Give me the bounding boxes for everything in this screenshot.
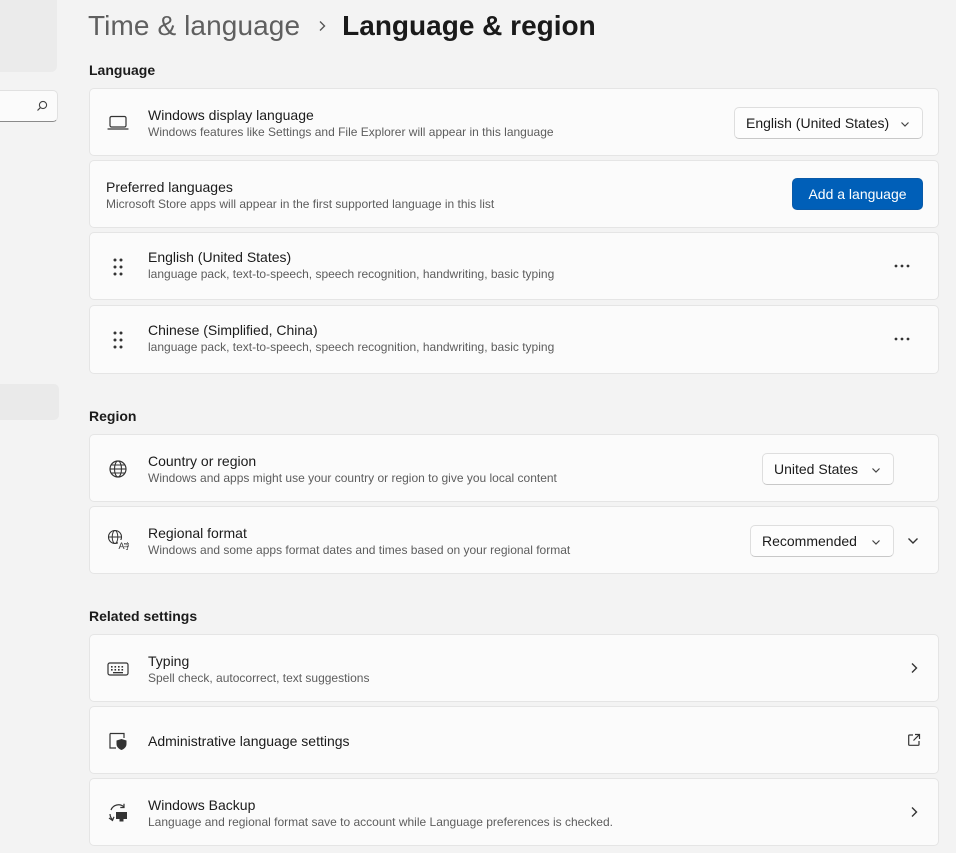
display-language-dropdown[interactable]: English (United States)	[734, 107, 923, 139]
regional-format-title: Regional format	[148, 525, 247, 541]
country-region-card: Country or region Windows and apps might…	[89, 434, 939, 502]
expand-chevron-icon[interactable]	[905, 533, 921, 549]
display-language-desc: Windows features like Settings and File …	[148, 125, 554, 139]
more-options-icon[interactable]	[888, 325, 916, 353]
preferred-languages-desc: Microsoft Store apps will appear in the …	[106, 197, 495, 211]
sidebar-search-box[interactable]	[0, 90, 58, 122]
chevron-right-icon	[319, 21, 326, 31]
country-region-value: United States	[774, 461, 859, 477]
breadcrumb: Time & language Language & region	[88, 6, 596, 46]
admin-shield-icon	[107, 730, 129, 752]
chevron-right-icon	[906, 660, 922, 676]
language-item-chinese[interactable]: Chinese (Simplified, China) language pac…	[89, 305, 939, 374]
typing-link-card[interactable]: Typing Spell check, autocorrect, text su…	[89, 634, 939, 702]
section-title-language: Language	[89, 62, 156, 78]
regional-format-value: Recommended	[762, 533, 857, 549]
language-item-name: Chinese (Simplified, China)	[148, 322, 318, 338]
typing-desc: Spell check, autocorrect, text suggestio…	[148, 671, 370, 685]
chevron-down-icon	[872, 468, 880, 473]
backup-icon	[107, 802, 129, 824]
preferred-languages-card: Preferred languages Microsoft Store apps…	[89, 160, 939, 228]
typing-title: Typing	[148, 653, 190, 669]
globe-icon	[107, 458, 129, 480]
chevron-right-icon	[906, 804, 922, 820]
drag-handle-icon[interactable]	[107, 256, 129, 278]
regional-format-desc: Windows and some apps format dates and t…	[148, 543, 571, 557]
admin-language-title: Administrative language settings	[148, 733, 350, 749]
windows-backup-card[interactable]: Windows Backup Language and regional for…	[89, 778, 939, 846]
section-title-related-settings: Related settings	[89, 608, 198, 624]
regional-format-icon: A字	[107, 529, 129, 551]
sidebar-item-time-language[interactable]	[0, 384, 59, 420]
windows-display-language-card: Windows display language Windows feature…	[89, 88, 939, 156]
laptop-icon	[107, 112, 129, 134]
chevron-down-icon	[901, 122, 909, 127]
regional-format-dropdown[interactable]: Recommended	[750, 525, 894, 557]
sidebar-profile-area	[0, 0, 57, 72]
display-language-title: Windows display language	[148, 107, 314, 123]
external-link-icon	[906, 732, 922, 748]
keyboard-icon	[107, 658, 129, 680]
drag-handle-icon[interactable]	[107, 329, 129, 351]
chevron-down-icon	[872, 540, 880, 545]
preferred-languages-title: Preferred languages	[106, 179, 233, 195]
section-title-region: Region	[89, 408, 137, 424]
country-region-dropdown[interactable]: United States	[762, 453, 894, 485]
regional-format-card[interactable]: A字 Regional format Windows and some apps…	[89, 506, 939, 574]
more-options-icon[interactable]	[888, 252, 916, 280]
administrative-language-settings-card[interactable]: Administrative language settings	[89, 706, 939, 774]
search-icon[interactable]	[35, 99, 49, 113]
language-item-features: language pack, text-to-speech, speech re…	[148, 267, 555, 281]
country-region-title: Country or region	[148, 453, 257, 469]
language-item-english[interactable]: English (United States) language pack, t…	[89, 232, 939, 300]
breadcrumb-parent[interactable]: Time & language	[88, 10, 300, 42]
page-title: Language & region	[342, 10, 596, 41]
add-language-button[interactable]: Add a language	[792, 178, 923, 210]
display-language-value: English (United States)	[746, 115, 890, 131]
windows-backup-desc: Language and regional format save to acc…	[148, 815, 613, 829]
country-region-desc: Windows and apps might use your country …	[148, 471, 557, 485]
language-item-features: language pack, text-to-speech, speech re…	[148, 340, 555, 354]
svg-text:字: 字	[124, 541, 130, 551]
windows-backup-title: Windows Backup	[148, 797, 256, 813]
language-item-name: English (United States)	[148, 249, 292, 265]
